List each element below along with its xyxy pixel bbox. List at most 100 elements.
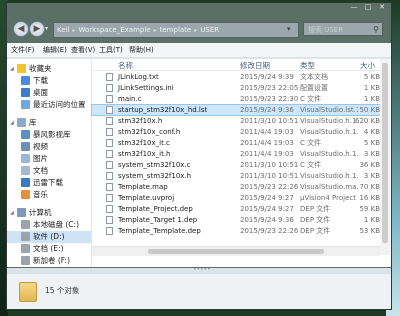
file-size: 4 KB	[363, 128, 380, 136]
file-name: startup_stm32f10x_hd.lst	[118, 106, 208, 114]
file-row[interactable]: stm32f10x_it.h 2011/4/4 19:03 VisualStudio…	[92, 149, 380, 159]
file-name: Template.uvproj	[118, 194, 175, 202]
sidebar-item-label: 迅雷下载	[33, 178, 63, 187]
sidebar-item-label: 库	[29, 118, 37, 127]
sidebar-item[interactable]: 迅雷下载	[7, 177, 91, 189]
address-dropdown-icon[interactable]: ▾	[287, 22, 291, 36]
breadcrumb-segment[interactable]: Workspace_Example	[75, 26, 153, 34]
file-icon	[106, 106, 113, 114]
file-row[interactable]: JLinkLog.txt 2015/9/24 9:39 文本文档 5 KB	[92, 72, 380, 82]
file-size: 1 KB	[363, 84, 380, 92]
sidebar-item[interactable]: ◢ 库	[7, 117, 91, 129]
sidebar-item[interactable]: 暴风影视库	[7, 129, 91, 141]
breadcrumb-segment[interactable]: Keil	[54, 26, 72, 34]
column-header-size[interactable]: 大小	[360, 60, 375, 71]
file-row[interactable]: system_stm32f10x.c 2011/3/10 10:51 C 文件 36 …	[92, 160, 380, 170]
close-button[interactable]: ✕	[377, 4, 387, 11]
expander-icon[interactable]: ◢	[10, 63, 14, 75]
file-type: C 文件	[300, 139, 322, 147]
title-bar[interactable]: — □ ✕	[7, 3, 391, 13]
menu-edit[interactable]: 编辑(E)	[43, 45, 67, 55]
file-icon	[106, 95, 113, 103]
sidebar-item[interactable]: 桌面	[7, 87, 91, 99]
file-icon	[106, 183, 113, 191]
file-icon	[106, 73, 113, 81]
menu-tools[interactable]: 工具(T)	[99, 45, 123, 55]
sidebar-item[interactable]: 新加卷 (F:)	[7, 255, 91, 267]
file-row[interactable]: Template.uvproj 2015/9/24 9:27 µVision4 Pr…	[92, 193, 380, 203]
vertical-scrollbar[interactable]	[380, 59, 390, 255]
file-row[interactable]: Template_Project.dep 2015/9/24 9:27 DEP 文件…	[92, 204, 380, 214]
sidebar-item[interactable]: 软件 (D:)	[7, 231, 91, 243]
expander-icon[interactable]: ◢	[10, 207, 14, 219]
sidebar-item[interactable]: 视频	[7, 141, 91, 153]
history-dropdown-icon[interactable]: ▾	[45, 25, 48, 32]
sidebar-item[interactable]: 最近访问的位置	[7, 99, 91, 111]
address-bar[interactable]: Keil ▸ Workspace_Example ▸ template ▸ USER	[53, 22, 299, 38]
sidebar-item[interactable]: ◢ 收藏夹	[7, 63, 91, 75]
recent-places-icon	[21, 100, 30, 109]
pictures-icon	[21, 154, 30, 163]
sidebar-item[interactable]: 音乐	[7, 189, 91, 201]
back-arrow-icon[interactable]: ◀	[13, 21, 29, 37]
menu-file[interactable]: 文件(F)	[11, 45, 35, 55]
file-type: 文本文档	[300, 73, 328, 81]
column-header-row: 名称 修改日期 类型 大小	[92, 59, 380, 71]
grip-icon: •••••	[193, 266, 211, 273]
scrollbar-thumb[interactable]	[382, 63, 388, 243]
horizontal-scrollbar[interactable]	[92, 246, 380, 256]
sidebar-item[interactable]: 文档 (E:)	[7, 243, 91, 255]
breadcrumb-segment[interactable]: USER	[197, 26, 222, 34]
file-size: 5 KB	[363, 73, 380, 81]
file-type: C 文件	[300, 161, 322, 169]
file-name: Template.map	[118, 183, 168, 191]
file-date: 2011/4/4 19:03	[240, 128, 294, 136]
file-icon	[106, 150, 113, 158]
video-icon	[21, 142, 30, 151]
file-icon	[106, 172, 113, 180]
file-row[interactable]: Template.map 2015/9/23 22:26 VisualStudio.…	[92, 182, 380, 192]
file-type: VisualStudio.lst.1...	[300, 106, 358, 114]
file-row[interactable]: main.c 2015/9/23 22:30 C 文件 1 KB	[92, 94, 380, 104]
search-input[interactable]: 搜索 USER ⚲	[303, 22, 383, 36]
expander-icon[interactable]: ◢	[10, 117, 14, 129]
column-header-date[interactable]: 修改日期	[240, 60, 270, 71]
column-header-name[interactable]: 名称	[118, 60, 133, 71]
file-date: 2015/9/23 22:26	[240, 227, 299, 235]
column-header-type[interactable]: 类型	[300, 60, 315, 71]
sidebar-item[interactable]: 图片	[7, 153, 91, 165]
sidebar-item[interactable]: 下载	[7, 75, 91, 87]
file-date: 2011/4/4 19:03	[240, 139, 294, 147]
file-row[interactable]: stm32f10x.h 2011/3/10 10:51 VisualStudio.h…	[92, 116, 380, 126]
menu-view[interactable]: 查看(V)	[71, 45, 95, 55]
computer-icon	[17, 208, 26, 217]
breadcrumb-segment[interactable]: template	[157, 26, 195, 34]
maximize-button[interactable]: □	[363, 4, 373, 11]
file-row[interactable]: JLinkSettings.ini 2015/9/23 22:05 配置设置 1 KB	[92, 83, 380, 93]
file-date: 2015/9/24 9:36	[240, 216, 294, 224]
file-row[interactable]: stm32f10x_conf.h 2011/4/4 19:03 VisualStud…	[92, 127, 380, 137]
file-name: stm32f10x_it.c	[118, 139, 170, 147]
file-size: 53 KB	[359, 227, 380, 235]
file-row[interactable]: Template_Template.dep 2015/9/23 22:26 DEP …	[92, 226, 380, 236]
sidebar-item[interactable]: 文档	[7, 165, 91, 177]
file-row[interactable]: stm32f10x_it.c 2011/4/4 19:03 C 文件 5 KB	[92, 138, 380, 148]
scrollbar-thumb[interactable]	[148, 249, 324, 254]
file-type: DEP 文件	[300, 227, 331, 235]
file-row[interactable]: Template_Target 1.dep 2015/9/24 9:36 DEP 文…	[92, 215, 380, 225]
file-size: 5 KB	[363, 139, 380, 147]
file-date: 2015/9/24 9:39	[240, 73, 294, 81]
sidebar-item[interactable]: ◢ 计算机	[7, 207, 91, 219]
file-type: VisualStudio.h.1...	[300, 128, 358, 136]
sidebar-item[interactable]: 本地磁盘 (C:)	[7, 219, 91, 231]
file-icon	[106, 161, 113, 169]
menu-help[interactable]: 帮助(H)	[129, 45, 154, 55]
file-type: VisualStudio.h.1...	[300, 117, 358, 125]
forward-arrow-icon[interactable]: ▶	[29, 21, 45, 37]
minimize-button[interactable]: —	[349, 4, 359, 11]
item-count: 15 个对象	[45, 286, 80, 295]
search-icon[interactable]: ⚲	[373, 23, 379, 37]
file-row[interactable]: startup_stm32f10x_hd.lst 2015/9/24 9:36 Vi…	[91, 104, 381, 116]
file-row[interactable]: system_stm32f10x.h 2011/3/10 10:51 VisualS…	[92, 171, 380, 181]
download-folder-icon	[21, 76, 30, 85]
